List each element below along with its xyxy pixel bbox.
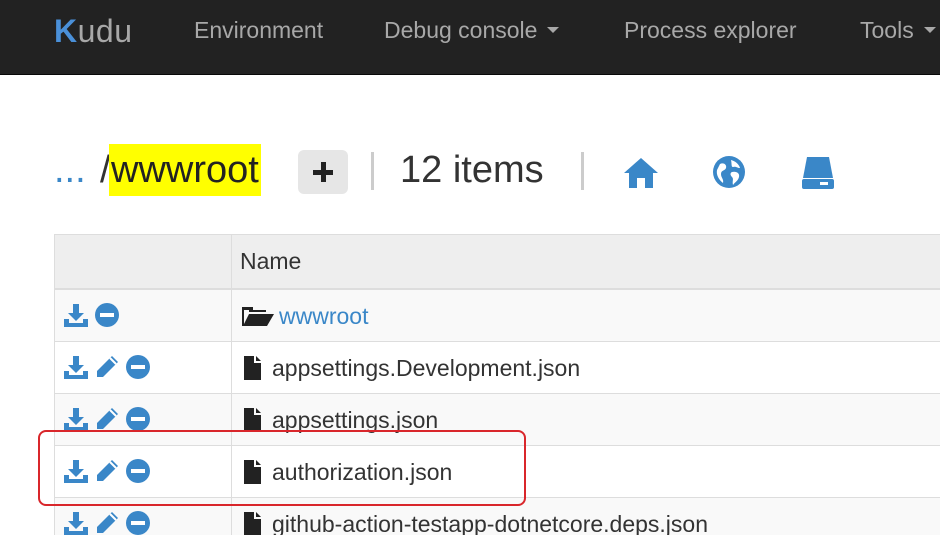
folder-open-icon xyxy=(242,307,274,326)
home-icon[interactable] xyxy=(621,152,661,192)
file-icon xyxy=(244,356,261,380)
download-icon[interactable] xyxy=(63,354,89,380)
file-icon xyxy=(244,512,261,535)
add-new-button[interactable] xyxy=(298,150,348,194)
table-header: Name xyxy=(55,235,940,290)
nav-tools[interactable]: Tools xyxy=(860,14,936,46)
kudu-logo[interactable]: Kudu xyxy=(54,9,133,53)
delete-icon[interactable] xyxy=(94,302,120,328)
breadcrumb-ellipsis-link[interactable]: ... xyxy=(54,144,86,196)
file-icon xyxy=(244,408,261,432)
items-count: 12 items xyxy=(400,149,544,191)
header-divider xyxy=(371,152,374,190)
download-icon[interactable] xyxy=(63,302,89,328)
nav-process-explorer-label: Process explorer xyxy=(624,17,797,43)
delete-icon[interactable] xyxy=(125,510,151,535)
file-name[interactable]: appsettings.Development.json xyxy=(272,342,580,394)
column-divider xyxy=(231,290,232,342)
nav-debug-console-label: Debug console xyxy=(384,17,538,43)
delete-icon[interactable] xyxy=(125,406,151,432)
nav-environment-label: Environment xyxy=(194,17,324,43)
header-divider xyxy=(581,152,584,190)
caret-down-icon xyxy=(547,27,560,34)
column-header-name[interactable]: Name xyxy=(240,235,301,288)
annotation-highlight-box xyxy=(38,430,526,506)
globe-icon[interactable] xyxy=(709,152,749,192)
edit-icon[interactable] xyxy=(94,406,120,432)
nav-tools-label: Tools xyxy=(860,17,914,43)
column-divider xyxy=(231,342,232,394)
column-divider xyxy=(231,235,232,288)
table-row: appsettings.Development.json xyxy=(55,342,940,394)
nav-environment[interactable]: Environment xyxy=(194,14,323,46)
top-navbar: Kudu Environment Debug console Process e… xyxy=(0,0,940,75)
folder-link[interactable]: wwwroot xyxy=(279,290,368,342)
caret-down-icon xyxy=(923,27,936,34)
delete-icon[interactable] xyxy=(125,354,151,380)
plus-icon-vertical xyxy=(321,162,326,182)
edit-icon[interactable] xyxy=(94,354,120,380)
nav-process-explorer[interactable]: Process explorer xyxy=(624,14,797,46)
logo-k: K xyxy=(54,13,78,49)
breadcrumb-current-folder[interactable]: wwwroot xyxy=(109,144,261,196)
download-icon[interactable] xyxy=(63,406,89,432)
drive-icon[interactable] xyxy=(798,152,838,192)
nav-debug-console[interactable]: Debug console xyxy=(384,14,560,46)
logo-rest: udu xyxy=(77,13,133,49)
edit-icon[interactable] xyxy=(94,510,120,535)
table-row: wwwroot xyxy=(55,290,940,342)
download-icon[interactable] xyxy=(63,510,89,535)
